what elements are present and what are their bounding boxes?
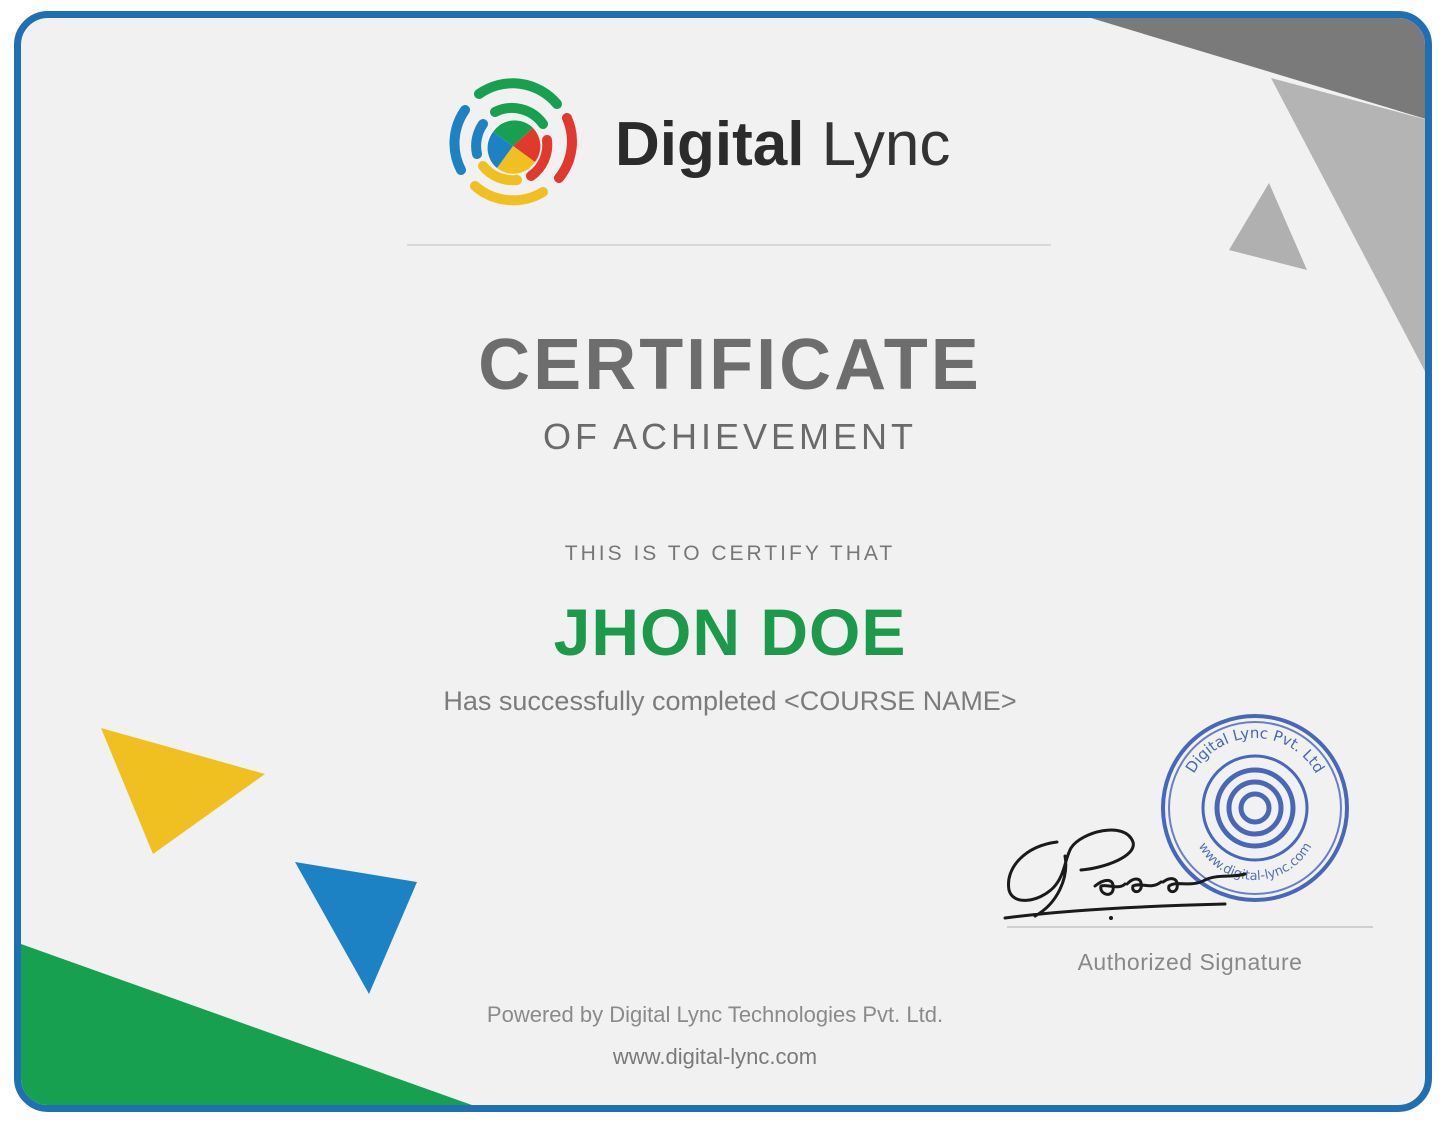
header-divider <box>407 244 1051 246</box>
signature-line <box>1007 926 1373 928</box>
digital-lync-logo-icon <box>449 78 577 206</box>
brand-name: Digital Lync <box>615 114 950 176</box>
recipient-name: JHON DOE <box>553 595 907 669</box>
bottom-green-band <box>21 944 472 1105</box>
brand-name-bold: Digital <box>615 110 805 179</box>
certificate-subtitle: OF ACHIEVEMENT <box>542 416 918 457</box>
website-text: www.digital-lync.com <box>612 1044 818 1069</box>
corner-dark-gray-shape <box>1091 18 1425 119</box>
small-gray-triangle <box>1229 183 1307 270</box>
brand-header: Digital Lync <box>439 70 1019 210</box>
certificate-title: CERTIFICATE <box>478 325 982 405</box>
yellow-triangle <box>101 728 265 854</box>
blue-triangle <box>295 862 417 994</box>
certify-line: THIS IS TO CERTIFY THAT <box>564 542 896 565</box>
powered-by-text: Powered by Digital Lync Technologies Pvt… <box>486 1002 944 1027</box>
certificate-card: Digital Lync CERTIFICATE OF ACHIEVEMENT … <box>14 11 1432 1112</box>
brand-name-light: Lync <box>804 110 951 179</box>
signature-label: Authorized Signature <box>1077 949 1303 975</box>
handwritten-signature <box>1003 828 1247 920</box>
